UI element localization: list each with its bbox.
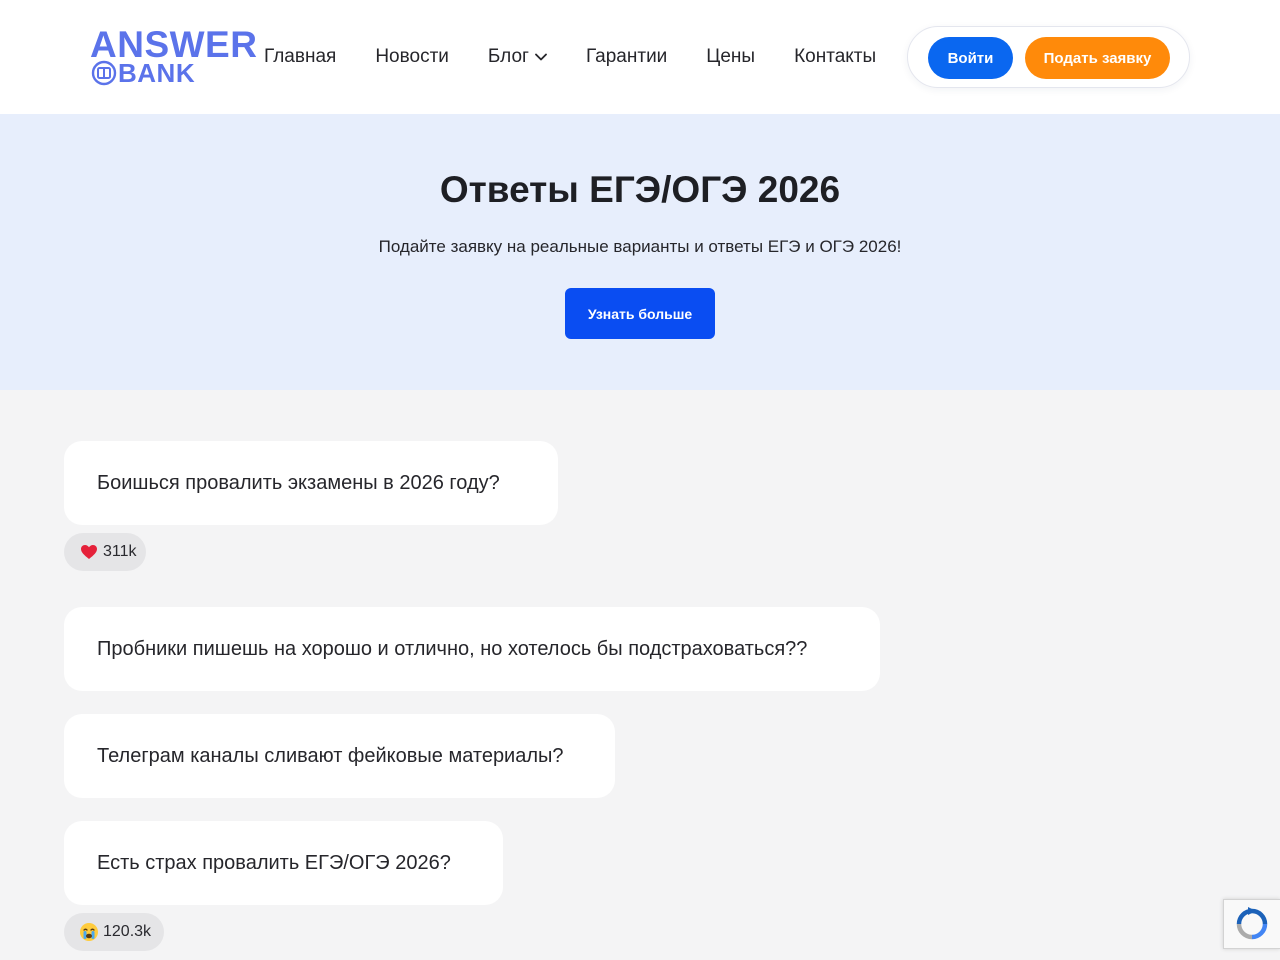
logo-wordmark-bank: BANK — [118, 58, 196, 88]
heart-icon — [79, 542, 99, 562]
nav-item-home[interactable]: Главная — [264, 44, 336, 70]
main-nav: Главная Новости Блог Гарантии Цены Конта… — [264, 44, 876, 70]
reaction-badge[interactable]: 311k — [64, 533, 146, 571]
reaction-count: 311k — [103, 543, 137, 560]
nav-item-label: Контакты — [794, 46, 877, 67]
site-header: ANSWER BANK Главная Новости Блог Гаранти… — [0, 0, 1280, 114]
nav-item-label: Главная — [264, 46, 337, 67]
nav-item-blog[interactable]: Блог — [488, 44, 547, 70]
logo[interactable]: ANSWER BANK — [90, 26, 257, 88]
logo-wordmark-bottom-row: BANK — [90, 60, 195, 86]
message-text: Пробники пишешь на хорошо и отлично, но … — [97, 637, 808, 660]
message-bubble: Боишься провалить экзамены в 2026 году? — [64, 441, 558, 525]
auth-actions: Войти Подать заявку — [907, 26, 1190, 88]
nav-item-label: Гарантии — [585, 46, 668, 67]
nav-item-contacts[interactable]: Контакты — [794, 44, 876, 70]
message-text: Есть страх провалить ЕГЭ/ОГЭ 2026? — [97, 851, 451, 874]
hero-subtitle: Подайте заявку на реальные варианты и от… — [378, 237, 902, 256]
crying-face-icon — [79, 922, 99, 942]
nav-item-guarantees[interactable]: Гарантии — [586, 44, 667, 70]
hero-section: Ответы ЕГЭ/ОГЭ 2026 Подайте заявку на ре… — [0, 114, 1280, 390]
nav-item-label: Цены — [706, 46, 756, 67]
message-bubble: Есть страх провалить ЕГЭ/ОГЭ 2026? — [64, 821, 503, 905]
reaction-count: 120.3k — [103, 923, 152, 940]
message-bubble: Пробники пишешь на хорошо и отлично, но … — [64, 607, 880, 691]
recaptcha-icon[interactable] — [1223, 899, 1280, 949]
chevron-down-icon — [535, 53, 547, 61]
reaction-badge[interactable]: 120.3k — [64, 913, 164, 951]
message-bubble: Телеграм каналы сливают фейковые материа… — [64, 714, 615, 798]
nav-item-news[interactable]: Новости — [375, 44, 449, 70]
nav-item-label: Новости — [375, 46, 449, 67]
nav-item-label: Блог — [487, 46, 529, 67]
globe-icon — [90, 60, 118, 86]
message-text: Боишься провалить экзамены в 2026 году? — [97, 471, 500, 494]
nav-item-prices[interactable]: Цены — [706, 44, 755, 70]
hero-title: Ответы ЕГЭ/ОГЭ 2026 — [439, 169, 841, 210]
login-button[interactable]: Войти — [928, 37, 1013, 79]
apply-button[interactable]: Подать заявку — [1025, 37, 1170, 79]
learn-more-button[interactable]: Узнать больше — [565, 288, 715, 339]
message-text: Телеграм каналы сливают фейковые материа… — [97, 744, 564, 767]
